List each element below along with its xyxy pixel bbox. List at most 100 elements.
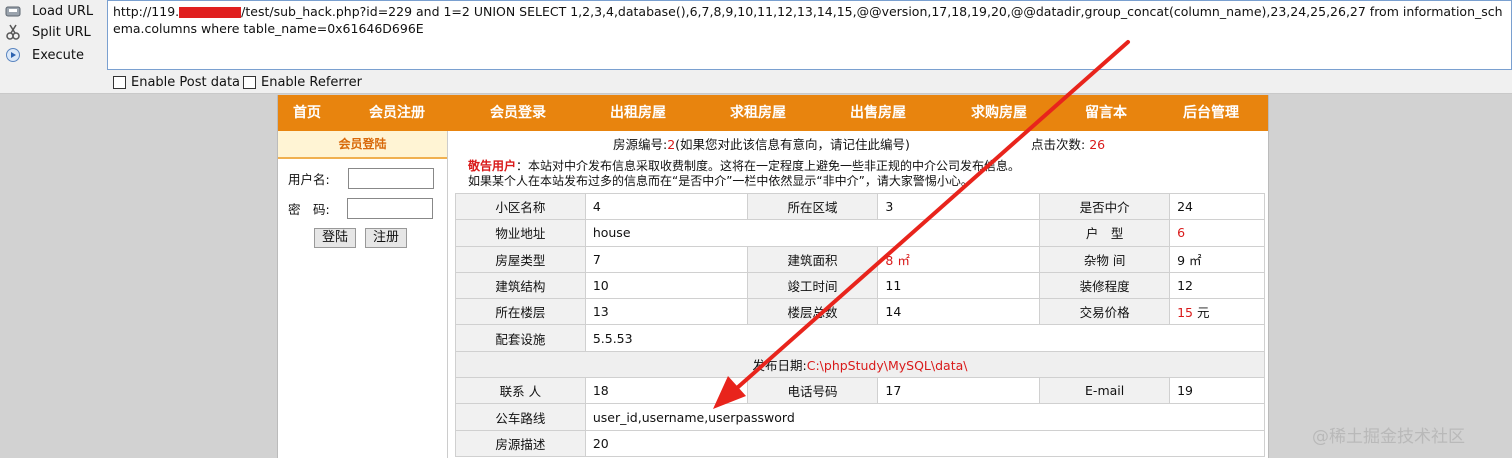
redacted-host xyxy=(179,7,242,18)
listing-table: 小区名称 4 所在区域 3 是否中介 24 物业地址 house 户 型 6 房… xyxy=(455,192,1266,457)
enable-referrer-label: Enable Referrer xyxy=(261,75,362,90)
enable-post-label: Enable Post data xyxy=(131,75,241,90)
field-label: 小区名称 xyxy=(455,192,586,221)
enable-referrer-checkbox[interactable]: Enable Referrer xyxy=(243,75,362,90)
field-label: 物业地址 xyxy=(455,219,586,247)
url-prefix: http://119. xyxy=(113,4,180,19)
table-row: 房屋类型 7 建筑面积 8 ㎡ 杂物 间 9 ㎡ xyxy=(455,245,1265,273)
table-row: 配套设施 5.5.53 xyxy=(455,324,1266,352)
click-count-line: 点击次数: 26 xyxy=(1031,134,1105,153)
password-label: 密 码: xyxy=(288,202,330,217)
field-label: 房屋类型 xyxy=(455,245,586,273)
field-value: 13 xyxy=(584,298,748,326)
field-label: 电话号码 xyxy=(746,377,879,405)
field-label: 所在楼层 xyxy=(455,298,586,326)
clicks-value: 26 xyxy=(1089,137,1106,152)
field-value: 24 xyxy=(1169,192,1265,221)
table-row: 联系 人 18 电话号码 17 E-mail 19 xyxy=(455,377,1265,405)
field-label: E-mail xyxy=(1039,377,1171,405)
publish-date-row: 发布日期:C:\phpStudy\MySQL\data\ xyxy=(455,350,1265,379)
web-page: 首页 会员注册 会员登录 出租房屋 求租房屋 出售房屋 求购房屋 留言本 后台管… xyxy=(277,95,1269,458)
field-label: 是否中介 xyxy=(1039,192,1171,221)
enable-post-checkbox[interactable]: Enable Post data xyxy=(113,75,240,90)
login-sidebar: 会员登陆 用户名: 密 码: 登陆 注册 xyxy=(278,131,448,458)
nav-home[interactable]: 首页 xyxy=(278,95,336,131)
field-label: 竣工时间 xyxy=(746,271,879,300)
nav-guestbook[interactable]: 留言本 xyxy=(1071,95,1141,131)
notice-title: 敬告用户 xyxy=(468,159,517,173)
house-no-label: 房源编号: xyxy=(613,137,668,152)
field-label: 建筑结构 xyxy=(455,271,586,300)
house-number-line: 房源编号:2(如果您对此该信息有意向，请记住此编号) xyxy=(613,134,910,153)
field-label: 杂物 间 xyxy=(1039,245,1171,273)
table-row: 房源描述 20 xyxy=(455,429,1266,457)
field-label: 户 型 xyxy=(1039,219,1171,247)
login-button[interactable]: 登陆 xyxy=(314,228,357,248)
field-value: house xyxy=(584,219,1041,247)
publish-date-value: C:\phpStudy\MySQL\data\ xyxy=(806,357,968,373)
execute-button[interactable]: Execute xyxy=(4,44,84,66)
table-row: 建筑结构 10 竣工时间 11 装修程度 12 xyxy=(455,271,1265,300)
nav-rent-seek[interactable]: 求租房屋 xyxy=(718,95,798,131)
field-label: 房源描述 xyxy=(455,429,586,457)
field-label: 所在区域 xyxy=(746,192,879,221)
field-label: 装修程度 xyxy=(1039,271,1171,300)
register-button[interactable]: 注册 xyxy=(365,228,408,248)
table-row: 发布日期:C:\phpStudy\MySQL\data\ xyxy=(455,350,1265,379)
execute-label: Execute xyxy=(32,47,84,63)
username-input[interactable] xyxy=(347,168,434,189)
field-value: 18 xyxy=(584,377,748,405)
notice-line-2: 如果某个人在本站发布过多的信息而在“是否中介”一栏中依然显示“非中介”，请大家警… xyxy=(468,174,973,188)
field-value: 17 xyxy=(877,377,1041,405)
field-value: 6 xyxy=(1169,219,1265,247)
field-value: user_id,username,userpassword xyxy=(584,403,1266,431)
nav-login[interactable]: 会员登录 xyxy=(478,95,558,131)
listing-panel: 房源编号:2(如果您对此该信息有意向，请记住此编号) 点击次数: 26 敬告用户… xyxy=(453,131,1268,458)
table-row: 小区名称 4 所在区域 3 是否中介 24 xyxy=(455,192,1265,221)
field-label: 交易价格 xyxy=(1039,298,1171,326)
nav-buy[interactable]: 求购房屋 xyxy=(959,95,1039,131)
price-cell: 15 元 xyxy=(1169,298,1265,326)
load-url-icon xyxy=(4,2,22,20)
nav-register[interactable]: 会员注册 xyxy=(358,95,436,131)
watermark: @稀土掘金技术社区 xyxy=(1312,427,1465,447)
referrer-checkbox-box[interactable] xyxy=(243,76,256,89)
load-url-button[interactable]: Load URL xyxy=(4,0,93,22)
username-label: 用户名: xyxy=(288,172,330,187)
password-input[interactable] xyxy=(346,198,433,219)
field-value: 11 xyxy=(877,271,1041,300)
field-value: 19 xyxy=(1169,377,1265,405)
scissors-icon xyxy=(4,23,22,41)
house-no-value: 2 xyxy=(667,137,676,152)
table-row: 所在楼层 13 楼层总数 14 交易价格 15 元 xyxy=(455,298,1265,326)
field-value: 8 ㎡ xyxy=(877,245,1041,273)
field-value: 9 ㎡ xyxy=(1169,245,1265,273)
field-value: 14 xyxy=(877,298,1041,326)
field-value: 12 xyxy=(1169,271,1265,300)
nav-sell[interactable]: 出售房屋 xyxy=(838,95,918,131)
split-url-button[interactable]: Split URL xyxy=(4,21,91,43)
table-row: 物业地址 house 户 型 6 xyxy=(455,219,1265,247)
field-label: 建筑面积 xyxy=(746,245,879,273)
field-label: 公车路线 xyxy=(455,403,586,431)
load-url-label: Load URL xyxy=(32,3,94,19)
field-label: 楼层总数 xyxy=(746,298,879,326)
field-value: 3 xyxy=(877,192,1041,221)
clicks-label: 点击次数: xyxy=(1031,137,1086,152)
nav-rent-out[interactable]: 出租房屋 xyxy=(598,95,678,131)
field-label: 配套设施 xyxy=(455,324,586,352)
url-textarea[interactable]: http://119./test/sub_hack.php?id=229 and… xyxy=(107,0,1512,70)
password-row: 密 码: xyxy=(288,198,433,219)
post-checkbox-box[interactable] xyxy=(113,76,126,89)
price-value: 15 xyxy=(1177,305,1193,321)
main-nav: 首页 会员注册 会员登录 出租房屋 求租房屋 出售房屋 求购房屋 留言本 后台管… xyxy=(278,95,1268,131)
url-suffix: /test/sub_hack.php?id=229 and 1=2 UNION … xyxy=(113,4,1503,36)
field-label: 联系 人 xyxy=(455,377,586,405)
username-row: 用户名: xyxy=(288,168,434,189)
publish-date-label: 发布日期: xyxy=(752,357,807,373)
house-no-note: (如果您对此该信息有意向，请记住此编号) xyxy=(675,137,910,152)
split-url-label: Split URL xyxy=(32,24,91,40)
field-value: 5.5.53 xyxy=(584,324,1266,352)
nav-admin[interactable]: 后台管理 xyxy=(1172,95,1250,131)
price-unit: 元 xyxy=(1196,305,1210,321)
